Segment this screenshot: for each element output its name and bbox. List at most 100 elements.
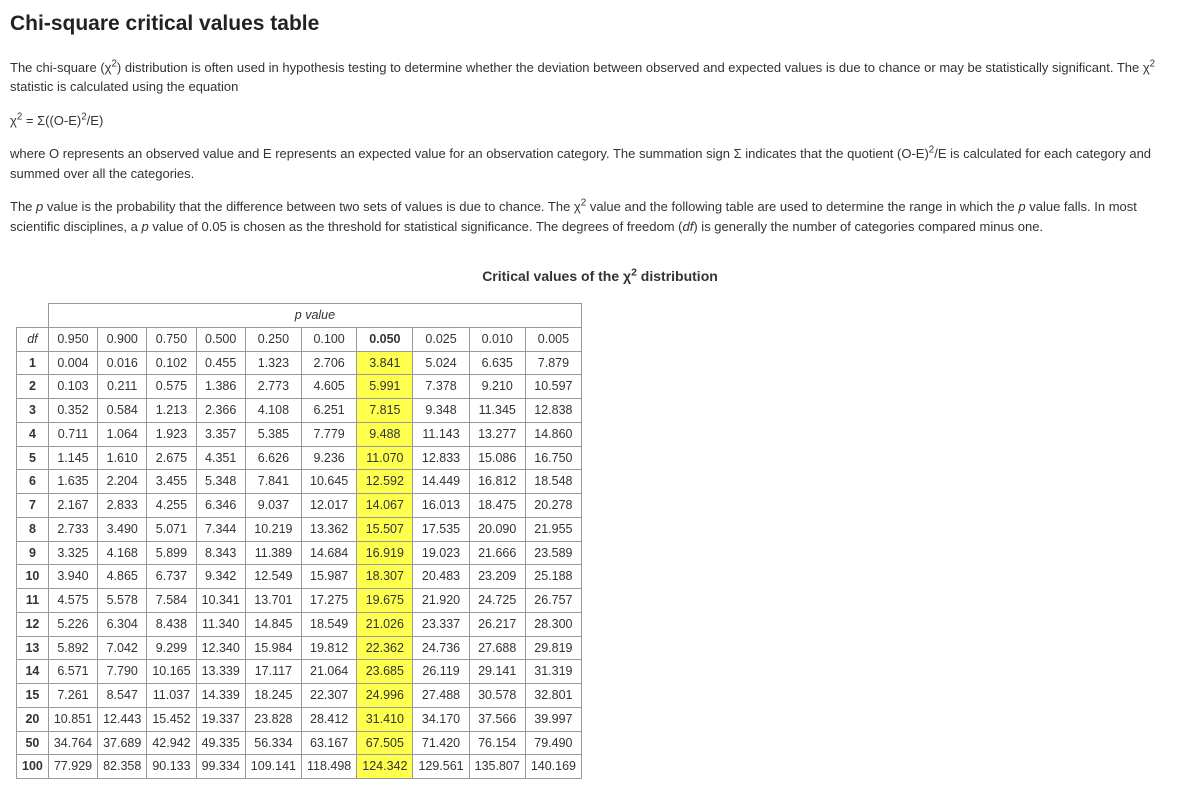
value-cell: 6.737	[147, 565, 196, 589]
chi-square-table: p value df 0.9500.9000.7500.5000.2500.10…	[16, 303, 582, 779]
value-cell: 1.145	[48, 446, 97, 470]
value-cell: 17.275	[301, 589, 356, 613]
value-cell: 26.217	[469, 612, 525, 636]
value-cell: 31.319	[525, 660, 581, 684]
df-cell: 3	[17, 399, 49, 423]
value-cell: 9.342	[196, 565, 245, 589]
value-cell: 37.689	[98, 731, 147, 755]
df-cell: 20	[17, 707, 49, 731]
value-cell: 4.108	[245, 399, 301, 423]
value-cell: 23.337	[413, 612, 469, 636]
value-cell: 5.226	[48, 612, 97, 636]
value-cell: 11.389	[245, 541, 301, 565]
value-cell: 0.575	[147, 375, 196, 399]
df-cell: 6	[17, 470, 49, 494]
value-cell: 11.070	[357, 446, 413, 470]
value-cell: 28.412	[301, 707, 356, 731]
value-cell: 7.584	[147, 589, 196, 613]
value-cell: 0.103	[48, 375, 97, 399]
table-row: 103.9404.8656.7379.34212.54915.98718.307…	[17, 565, 582, 589]
value-cell: 67.505	[357, 731, 413, 755]
value-cell: 26.757	[525, 589, 581, 613]
table-row: 72.1672.8334.2556.3469.03712.01714.06716…	[17, 494, 582, 518]
value-cell: 0.004	[48, 351, 97, 375]
value-cell: 12.833	[413, 446, 469, 470]
value-cell: 18.548	[525, 470, 581, 494]
value-cell: 5.348	[196, 470, 245, 494]
value-cell: 3.455	[147, 470, 196, 494]
value-cell: 34.764	[48, 731, 97, 755]
p-value-col: 0.005	[525, 327, 581, 351]
df-cell: 4	[17, 422, 49, 446]
value-cell: 34.170	[413, 707, 469, 731]
value-cell: 19.023	[413, 541, 469, 565]
df-cell: 7	[17, 494, 49, 518]
value-cell: 18.549	[301, 612, 356, 636]
value-cell: 0.352	[48, 399, 97, 423]
value-cell: 7.841	[245, 470, 301, 494]
value-cell: 7.815	[357, 399, 413, 423]
value-cell: 11.340	[196, 612, 245, 636]
df-cell: 100	[17, 755, 49, 779]
value-cell: 9.348	[413, 399, 469, 423]
table-row: 146.5717.79010.16513.33917.11721.06423.6…	[17, 660, 582, 684]
intro-paragraph-3: The p value is the probability that the …	[10, 197, 1190, 236]
table-row: 82.7333.4905.0717.34410.21913.36215.5071…	[17, 517, 582, 541]
value-cell: 3.940	[48, 565, 97, 589]
value-cell: 90.133	[147, 755, 196, 779]
df-cell: 13	[17, 636, 49, 660]
value-cell: 7.378	[413, 375, 469, 399]
value-cell: 42.942	[147, 731, 196, 755]
value-cell: 11.345	[469, 399, 525, 423]
value-cell: 56.334	[245, 731, 301, 755]
value-cell: 7.042	[98, 636, 147, 660]
value-cell: 16.812	[469, 470, 525, 494]
value-cell: 19.812	[301, 636, 356, 660]
value-cell: 20.483	[413, 565, 469, 589]
value-cell: 29.141	[469, 660, 525, 684]
value-cell: 18.245	[245, 684, 301, 708]
value-cell: 17.117	[245, 660, 301, 684]
value-cell: 13.362	[301, 517, 356, 541]
value-cell: 5.385	[245, 422, 301, 446]
value-cell: 24.725	[469, 589, 525, 613]
value-cell: 4.351	[196, 446, 245, 470]
table-row: 10077.92982.35890.13399.334109.141118.49…	[17, 755, 582, 779]
value-cell: 7.790	[98, 660, 147, 684]
table-row: 61.6352.2043.4555.3487.84110.64512.59214…	[17, 470, 582, 494]
value-cell: 1.610	[98, 446, 147, 470]
p-value-col: 0.250	[245, 327, 301, 351]
value-cell: 6.251	[301, 399, 356, 423]
value-cell: 22.362	[357, 636, 413, 660]
value-cell: 9.299	[147, 636, 196, 660]
value-cell: 15.086	[469, 446, 525, 470]
value-cell: 0.711	[48, 422, 97, 446]
table-row: 125.2266.3048.43811.34014.84518.54921.02…	[17, 612, 582, 636]
value-cell: 37.566	[469, 707, 525, 731]
value-cell: 13.339	[196, 660, 245, 684]
p-value-col: 0.025	[413, 327, 469, 351]
value-cell: 79.490	[525, 731, 581, 755]
df-cell: 50	[17, 731, 49, 755]
p-value-col: 0.900	[98, 327, 147, 351]
value-cell: 13.277	[469, 422, 525, 446]
value-cell: 17.535	[413, 517, 469, 541]
value-cell: 9.236	[301, 446, 356, 470]
value-cell: 12.549	[245, 565, 301, 589]
value-cell: 11.143	[413, 422, 469, 446]
df-cell: 5	[17, 446, 49, 470]
value-cell: 12.592	[357, 470, 413, 494]
value-cell: 30.578	[469, 684, 525, 708]
df-cell: 1	[17, 351, 49, 375]
value-cell: 63.167	[301, 731, 356, 755]
value-cell: 5.071	[147, 517, 196, 541]
value-cell: 10.597	[525, 375, 581, 399]
value-cell: 12.017	[301, 494, 356, 518]
value-cell: 99.334	[196, 755, 245, 779]
value-cell: 5.899	[147, 541, 196, 565]
value-cell: 82.358	[98, 755, 147, 779]
value-cell: 25.188	[525, 565, 581, 589]
table-row: 135.8927.0429.29912.34015.98419.81222.36…	[17, 636, 582, 660]
value-cell: 27.688	[469, 636, 525, 660]
value-cell: 14.860	[525, 422, 581, 446]
